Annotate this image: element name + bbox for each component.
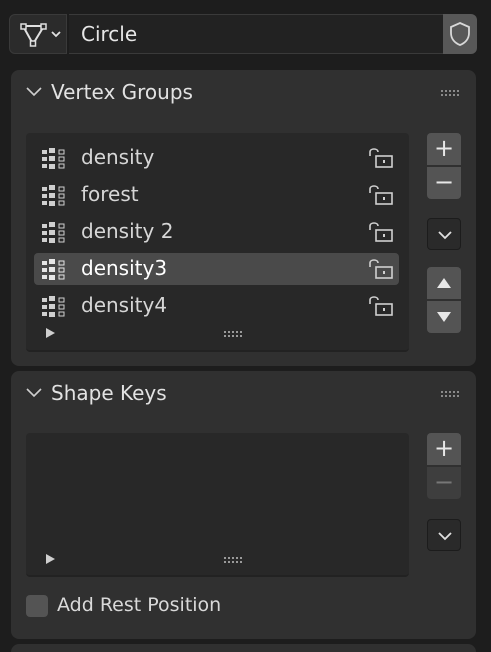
vertex-group-name: density3 <box>81 256 168 280</box>
drag-grip-icon[interactable] <box>440 390 460 398</box>
list-item[interactable]: density 2 <box>34 216 399 248</box>
vertex-group-icon <box>42 259 65 280</box>
chevron-down-icon <box>438 231 452 240</box>
shape-keys-title[interactable]: Shape Keys <box>51 381 167 405</box>
unlock-icon[interactable] <box>367 183 395 207</box>
list-resize-grip-icon[interactable] <box>223 330 243 338</box>
unlock-icon[interactable] <box>367 294 395 318</box>
list-item[interactable]: forest <box>34 179 399 211</box>
drag-grip-icon[interactable] <box>440 89 460 97</box>
move-down-button[interactable] <box>427 301 461 333</box>
vertex-group-specials-menu[interactable] <box>427 218 461 250</box>
add-rest-position-checkbox[interactable] <box>26 595 48 617</box>
object-data-header: Circle <box>9 14 477 54</box>
list-item[interactable]: density <box>34 142 399 174</box>
move-up-button[interactable] <box>427 267 461 299</box>
object-name-field[interactable]: Circle <box>69 14 445 54</box>
list-filter-expand-icon[interactable] <box>46 328 55 338</box>
vertex-groups-title[interactable]: Vertex Groups <box>51 80 193 104</box>
remove-shape-key-button[interactable]: − <box>427 467 461 499</box>
vertex-group-name: forest <box>81 182 139 206</box>
triangle-up-icon <box>437 278 451 288</box>
shape-key-specials-menu[interactable] <box>427 519 461 551</box>
vertex-group-name: density 2 <box>81 219 174 243</box>
add-vertex-group-button[interactable]: + <box>427 133 461 165</box>
chevron-down-icon <box>438 532 452 541</box>
triangle-down-icon <box>437 312 451 322</box>
next-panel-header[interactable] <box>11 644 476 652</box>
unlock-icon[interactable] <box>367 257 395 281</box>
list-resize-grip-icon[interactable] <box>223 556 243 564</box>
vertex-group-icon <box>42 222 65 243</box>
chevron-down-icon <box>51 31 61 38</box>
unlock-icon[interactable] <box>367 220 395 244</box>
add-rest-position-label: Add Rest Position <box>57 594 222 616</box>
shape-keys-panel: Shape Keys + − Add Rest Position <box>11 371 476 639</box>
vertex-group-name: density4 <box>81 293 168 317</box>
fake-user-button[interactable] <box>443 14 477 54</box>
data-type-dropdown[interactable] <box>9 14 67 54</box>
list-item[interactable]: density4 <box>34 290 399 322</box>
shape-keys-list[interactable] <box>26 433 409 577</box>
vertex-groups-panel: Vertex Groups density forest density 2 d… <box>11 70 476 366</box>
list-item-selected[interactable]: density3 <box>34 253 399 285</box>
chevron-down-icon[interactable] <box>25 86 43 98</box>
list-filter-expand-icon[interactable] <box>46 554 55 564</box>
mesh-data-icon <box>20 23 47 47</box>
vertex-group-icon <box>42 148 65 169</box>
chevron-down-icon[interactable] <box>25 387 43 399</box>
unlock-icon[interactable] <box>367 146 395 170</box>
vertex-group-icon <box>42 185 65 206</box>
add-shape-key-button[interactable]: + <box>427 433 461 465</box>
vertex-group-icon <box>42 296 65 317</box>
shield-icon <box>450 22 470 46</box>
vertex-group-name: density <box>81 145 155 169</box>
remove-vertex-group-button[interactable]: − <box>427 167 461 199</box>
vertex-groups-list[interactable]: density forest density 2 density3 densit… <box>26 133 409 352</box>
